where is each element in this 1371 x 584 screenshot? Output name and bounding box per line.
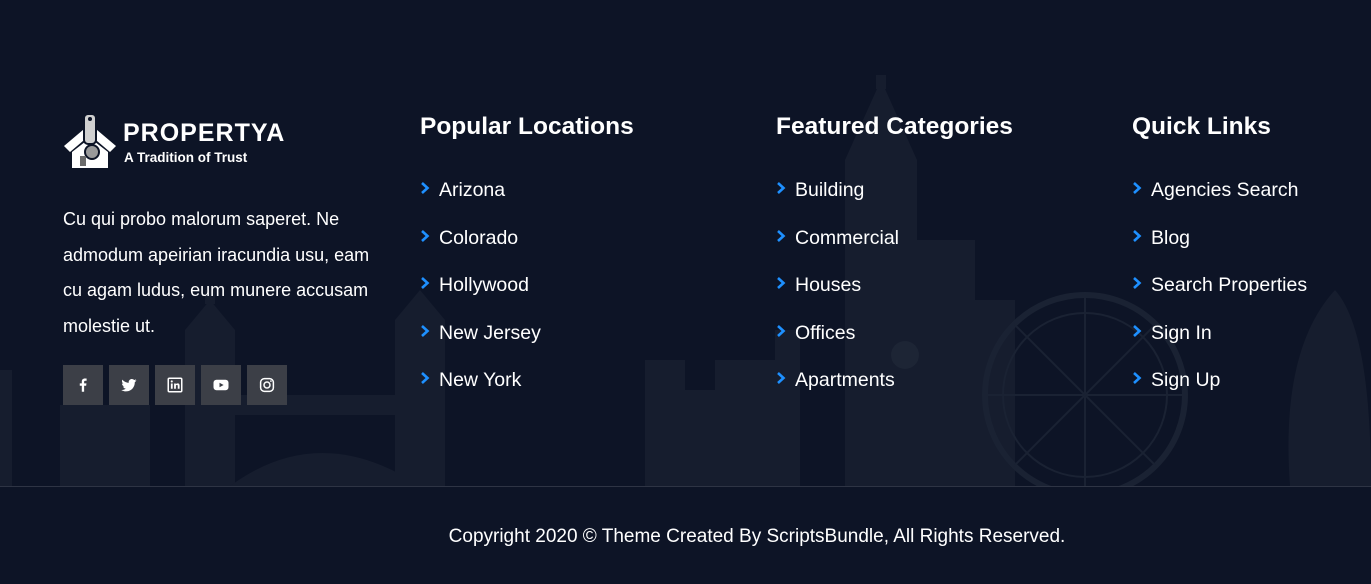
list-item: New York — [420, 366, 541, 414]
chevron-right-icon — [1133, 182, 1142, 194]
quick-link-blog[interactable]: Blog — [1132, 224, 1190, 252]
link-label: Offices — [795, 321, 856, 344]
house-key-logo-icon — [64, 113, 116, 168]
footer-top: PROPERTYA A Tradition of Trust Cu qui pr… — [0, 0, 1371, 486]
linkedin-button[interactable] — [155, 365, 195, 405]
category-link-offices[interactable]: Offices — [776, 319, 855, 347]
link-label: Search Properties — [1151, 274, 1308, 296]
link-label: Sign In — [1151, 321, 1212, 344]
popular-locations-list: Arizona Colorado Hollywood New Jersey Ne… — [420, 176, 541, 414]
category-link-building[interactable]: Building — [776, 176, 864, 204]
list-item: Building — [776, 176, 899, 224]
chevron-right-icon — [421, 324, 430, 337]
quick-links-list: Agencies Search Blog Search Properties S… — [1132, 176, 1307, 414]
youtube-button[interactable] — [201, 365, 241, 405]
chevron-right-icon — [421, 182, 430, 194]
chevron-right-icon — [1133, 229, 1142, 242]
featured-categories-list: Building Commercial Houses Offices Apart… — [776, 176, 899, 414]
brand-name: PROPERTYA — [123, 119, 286, 147]
location-link-new-jersey[interactable]: New Jersey — [420, 319, 541, 347]
linkedin-icon — [167, 377, 183, 393]
link-label: New Jersey — [439, 321, 541, 344]
chevron-right-icon — [421, 229, 430, 242]
link-label: New York — [439, 369, 522, 391]
facebook-icon — [79, 378, 87, 392]
quick-link-search-properties[interactable]: Search Properties — [1132, 271, 1307, 299]
list-item: Offices — [776, 319, 899, 367]
chevron-right-icon — [777, 324, 786, 337]
brand-logo[interactable]: PROPERTYA A Tradition of Trust — [62, 112, 302, 174]
list-item: New Jersey — [420, 319, 541, 367]
youtube-icon — [213, 379, 229, 391]
chevron-right-icon — [1133, 372, 1142, 384]
location-link-new-york[interactable]: New York — [420, 366, 521, 394]
list-item: Commercial — [776, 224, 899, 272]
quick-link-sign-up[interactable]: Sign Up — [1132, 366, 1220, 394]
chevron-right-icon — [777, 229, 786, 242]
list-item: Sign In — [1132, 319, 1307, 367]
chevron-right-icon — [1133, 277, 1142, 289]
about-text: Cu qui probo malorum saperet. Ne admodum… — [63, 209, 370, 336]
link-label: Houses — [795, 274, 862, 296]
location-link-colorado[interactable]: Colorado — [420, 224, 518, 252]
list-item: Search Properties — [1132, 271, 1307, 319]
featured-categories-section: Featured Categories Building Commercial … — [776, 112, 1013, 391]
list-item: Arizona — [420, 176, 541, 224]
social-links — [63, 365, 287, 405]
list-item: Sign Up — [1132, 366, 1307, 414]
quick-links-section: Quick Links Agencies Search Blog Search … — [1132, 112, 1307, 391]
list-item: Agencies Search — [1132, 176, 1307, 224]
brand-tagline: A Tradition of Trust — [124, 150, 248, 165]
chevron-right-icon — [777, 277, 786, 289]
category-link-houses[interactable]: Houses — [776, 271, 861, 299]
twitter-button[interactable] — [109, 365, 149, 405]
list-item: Houses — [776, 271, 899, 319]
instagram-button[interactable] — [247, 365, 287, 405]
twitter-icon — [121, 378, 137, 392]
link-label: Agencies Search — [1151, 179, 1299, 201]
link-label: Hollywood — [439, 274, 529, 296]
link-label: Apartments — [795, 369, 895, 391]
copyright-text: Copyright 2020 © Theme Created By Script… — [448, 526, 1066, 547]
quick-links-heading: Quick Links — [1132, 113, 1271, 140]
footer-divider — [0, 486, 1371, 487]
link-label: Sign Up — [1151, 369, 1221, 391]
location-link-hollywood[interactable]: Hollywood — [420, 271, 529, 299]
chevron-right-icon — [421, 372, 430, 384]
location-link-arizona[interactable]: Arizona — [420, 176, 505, 204]
category-link-commercial[interactable]: Commercial — [776, 224, 899, 252]
chevron-right-icon — [421, 277, 430, 289]
chevron-right-icon — [777, 372, 786, 384]
category-link-apartments[interactable]: Apartments — [776, 366, 895, 394]
link-label: Building — [795, 179, 865, 201]
popular-locations-section: Popular Locations Arizona Colorado Holly… — [420, 112, 634, 391]
chevron-right-icon — [777, 182, 786, 194]
link-label: Commercial — [795, 226, 900, 249]
list-item: Blog — [1132, 224, 1307, 272]
quick-link-sign-in[interactable]: Sign In — [1132, 319, 1212, 347]
instagram-icon — [259, 377, 275, 393]
featured-categories-heading: Featured Categories — [776, 113, 1013, 140]
link-label: Blog — [1151, 226, 1191, 249]
chevron-right-icon — [1133, 324, 1142, 337]
list-item: Colorado — [420, 224, 541, 272]
link-label: Colorado — [439, 226, 519, 249]
quick-link-agencies-search[interactable]: Agencies Search — [1132, 176, 1298, 204]
list-item: Apartments — [776, 366, 899, 414]
list-item: Hollywood — [420, 271, 541, 319]
link-label: Arizona — [439, 179, 506, 201]
facebook-button[interactable] — [63, 365, 103, 405]
popular-locations-heading: Popular Locations — [420, 113, 634, 140]
